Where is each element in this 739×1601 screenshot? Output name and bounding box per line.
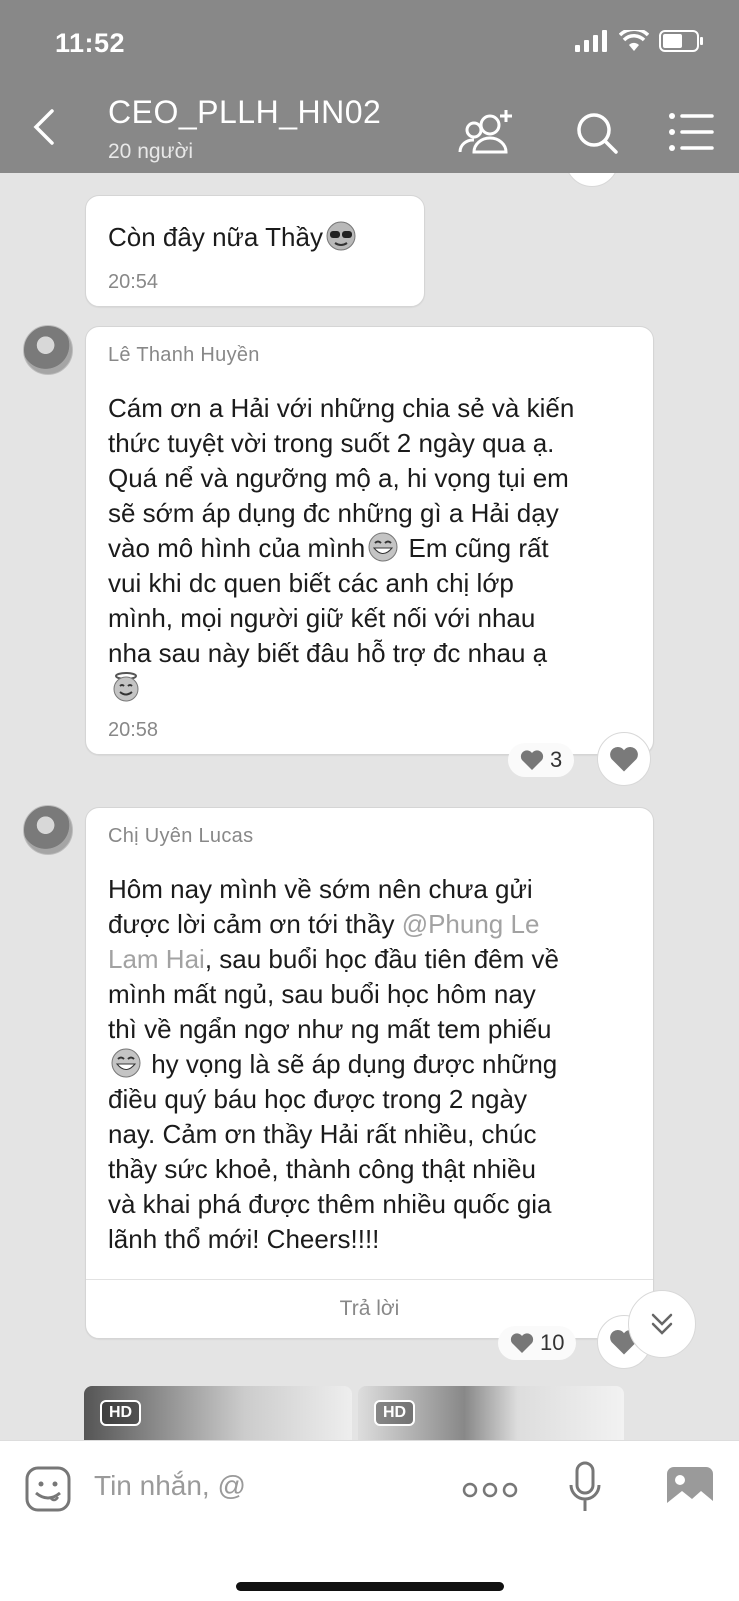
- message-list[interactable]: Còn đây nữa Thầy 20:54 Lê Thanh Huyền Cá…: [0, 173, 739, 1440]
- hd-badge: HD: [100, 1400, 142, 1426]
- home-indicator: [236, 1582, 504, 1591]
- search-icon[interactable]: [568, 108, 626, 158]
- message-text: Còn đây nữa Thầy: [108, 220, 359, 255]
- message-bubble[interactable]: Lê Thanh Huyền Cám ơn a Hải với những ch…: [85, 326, 654, 755]
- sticker-icon[interactable]: [24, 1465, 72, 1513]
- heart-icon: [610, 746, 638, 772]
- message-input[interactable]: Tin nhắn, @: [94, 1470, 246, 1502]
- more-options-icon[interactable]: [462, 1481, 518, 1499]
- member-count[interactable]: 20 người: [108, 140, 193, 164]
- message-bubble[interactable]: Còn đây nữa Thầy 20:54: [85, 195, 425, 307]
- avatar[interactable]: [23, 805, 73, 855]
- message-input-bar: Tin nhắn, @: [0, 1440, 739, 1601]
- add-member-icon[interactable]: [456, 108, 514, 158]
- reaction-count[interactable]: 10: [498, 1326, 577, 1360]
- group-name[interactable]: CEO_PLLH_HN02: [108, 94, 381, 131]
- microphone-icon[interactable]: [568, 1461, 602, 1515]
- mention-link[interactable]: @Phung Le: [402, 909, 540, 939]
- message-bubble[interactable]: Chị Uyên Lucas Hôm nay mình về sớm nên c…: [85, 807, 654, 1339]
- reaction-count[interactable]: 3: [508, 743, 575, 777]
- heart-icon: [520, 750, 544, 770]
- photo-thumbnail[interactable]: HD: [358, 1386, 624, 1440]
- sender-name[interactable]: Chị Uyên Lucas: [108, 825, 253, 848]
- message-text: Cám ơn a Hải với những chia sẻ và kiến t…: [108, 391, 574, 706]
- chat-header: 11:52 CEO_PLLH_HN02 20 người: [0, 0, 739, 173]
- back-button[interactable]: [28, 105, 62, 149]
- message-time: 20:58: [108, 719, 159, 741]
- status-time: 11:52: [55, 28, 126, 58]
- avatar[interactable]: [23, 325, 73, 375]
- sender-name[interactable]: Lê Thanh Huyền: [108, 344, 260, 367]
- menu-icon[interactable]: [668, 108, 726, 158]
- sunglasses-emoji-icon: [326, 221, 356, 251]
- gallery-icon[interactable]: [665, 1465, 715, 1511]
- battery-icon: [659, 30, 703, 52]
- message-text: Hôm nay mình về sớm nên chưa gửi được lờ…: [108, 874, 559, 1254]
- grin-sweat-emoji-icon: [368, 532, 398, 562]
- signal-icon: [575, 30, 607, 52]
- react-button[interactable]: [597, 732, 651, 786]
- react-button[interactable]: [565, 173, 619, 187]
- scroll-to-bottom-button[interactable]: [628, 1290, 696, 1358]
- mention-link[interactable]: Lam Hai: [108, 944, 205, 974]
- hd-badge: HD: [374, 1400, 416, 1426]
- double-chevron-down-icon: [651, 1313, 673, 1335]
- wifi-icon: [619, 30, 649, 51]
- message-time: 20:54: [108, 271, 159, 293]
- grin-emoji-icon: [111, 1048, 141, 1078]
- status-icons: [575, 30, 705, 52]
- heart-icon: [510, 1333, 534, 1353]
- halo-smile-emoji-icon: [113, 672, 139, 702]
- photo-thumbnail[interactable]: HD: [84, 1386, 352, 1440]
